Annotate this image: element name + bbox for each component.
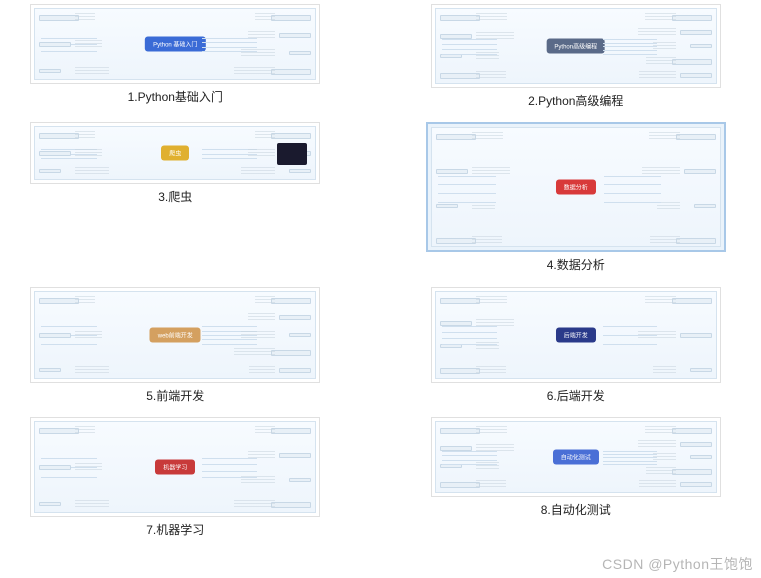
mindmap-thumbnail[interactable]: Python 基础入门 xyxy=(30,4,320,84)
thumbnail-cell: web前端开发 5.前端开发 xyxy=(10,287,341,403)
thumbnail-cell: Python 基础入门 1.Python基础入门 xyxy=(10,4,341,108)
thumbnail-cell: 爬虫 3.爬虫 xyxy=(10,122,341,272)
mindmap-center-node: 自动化测试 xyxy=(553,450,599,465)
mindmap-thumbnail[interactable]: web前端开发 xyxy=(30,287,320,383)
thumbnail-cell: 数据分析 4.数据分析 xyxy=(411,122,742,272)
thumbnail-cell: 机器学习 7.机器学习 xyxy=(10,417,341,537)
thumbnail-grid: Python 基础入门 1.Python基础入门 Python高级编程 2.Pytho… xyxy=(0,0,761,542)
mindmap-thumbnail[interactable]: 爬虫 xyxy=(30,122,320,184)
mindmap-center-node: 爬虫 xyxy=(161,146,189,161)
thumbnail-caption: 5.前端开发 xyxy=(146,389,204,403)
thumbnail-caption: 4.数据分析 xyxy=(547,258,605,272)
thumbnail-caption: 1.Python基础入门 xyxy=(128,90,223,104)
thumbnail-caption: 3.爬虫 xyxy=(158,190,192,204)
thumbnail-cell: Python高级编程 2.Python高级编程 xyxy=(411,4,742,108)
mindmap-center-node: 机器学习 xyxy=(155,460,195,475)
thumbnail-cell: 自动化测试 8.自动化测试 xyxy=(411,417,742,537)
thumbnail-caption: 6.后端开发 xyxy=(547,389,605,403)
mindmap-center-node: Python高级编程 xyxy=(546,39,605,54)
watermark: CSDN @Python王饱饱 xyxy=(602,554,753,574)
mindmap-thumbnail[interactable]: 自动化测试 xyxy=(431,417,721,497)
thumbnail-caption: 2.Python高级编程 xyxy=(528,94,623,108)
mindmap-thumbnail[interactable]: 机器学习 xyxy=(30,417,320,517)
mindmap-center-node: 数据分析 xyxy=(556,180,596,195)
mindmap-thumbnail[interactable]: Python高级编程 xyxy=(431,4,721,88)
mindmap-thumbnail[interactable]: 后端开发 xyxy=(431,287,721,383)
thumbnail-cell: 后端开发 6.后端开发 xyxy=(411,287,742,403)
mindmap-center-node: Python 基础入门 xyxy=(145,37,205,52)
mindmap-center-node: 后端开发 xyxy=(556,327,596,342)
mindmap-center-node: web前端开发 xyxy=(150,327,201,342)
thumbnail-caption: 8.自动化测试 xyxy=(541,503,611,517)
mindmap-thumbnail[interactable]: 数据分析 xyxy=(426,122,726,252)
thumbnail-caption: 7.机器学习 xyxy=(146,523,204,537)
